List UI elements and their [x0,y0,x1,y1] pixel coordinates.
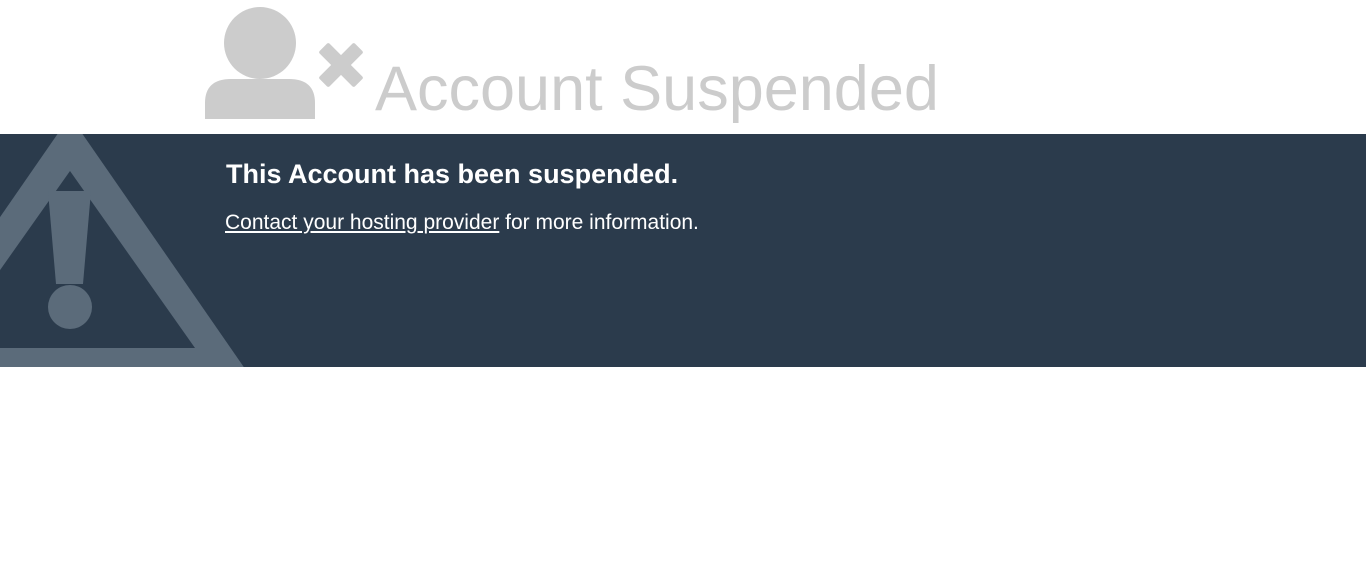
user-x-icon [205,7,363,119]
message: This Account has been suspended. Contact… [225,158,699,236]
page-title: Account Suspended [375,54,939,124]
contact-provider-link[interactable]: Contact your hosting provider [225,211,499,234]
header: Account Suspended [0,0,1366,134]
suspension-heading: This Account has been suspended. [226,159,679,189]
page: Account Suspended This Account has been … [0,0,1366,581]
message-body: Contact your hosting provider for more i… [225,210,699,236]
suspended-banner: This Account has been suspended. Contact… [0,134,1366,367]
warning-triangle-icon [0,134,244,367]
empty-content-area [0,367,1366,581]
message-body-suffix: for more information. [499,211,699,234]
